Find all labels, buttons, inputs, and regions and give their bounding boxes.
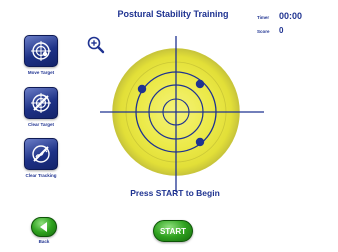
page-title: Postural Stability Training [117,9,229,19]
clear-target-button[interactable] [24,87,58,119]
target-marker[interactable] [195,137,205,147]
back-control[interactable]: Back [31,217,57,244]
move-target-icon [31,41,51,61]
timer-display: Timer 00:00 [257,11,302,21]
target-marker[interactable] [137,84,147,94]
clear-target-label: Clear Target [28,122,54,127]
clear-tracking-label: Clear Tracking [25,173,57,178]
move-target-button[interactable] [24,35,58,67]
score-display: Score 0 [257,26,283,35]
target-marker[interactable] [195,79,205,89]
clear-tracking-tool[interactable]: Clear Tracking [24,138,58,178]
clear-tracking-button[interactable] [24,138,58,170]
back-button[interactable] [31,217,57,237]
back-label: Back [38,239,50,244]
move-target-tool[interactable]: Move Target [24,35,58,75]
start-button[interactable]: START [153,220,193,242]
clear-tracking-icon [32,145,50,163]
clear-target-icon [31,93,51,113]
start-prompt: Press START to Begin [130,188,220,198]
clear-target-tool[interactable]: Clear Target [24,87,58,127]
score-label: Score [257,29,270,34]
move-target-label: Move Target [27,70,55,75]
timer-value: 00:00 [279,11,303,21]
back-arrow-icon [40,222,47,232]
score-value: 0 [279,26,284,35]
timer-label: Timer [257,15,270,20]
target-board[interactable] [92,36,268,204]
